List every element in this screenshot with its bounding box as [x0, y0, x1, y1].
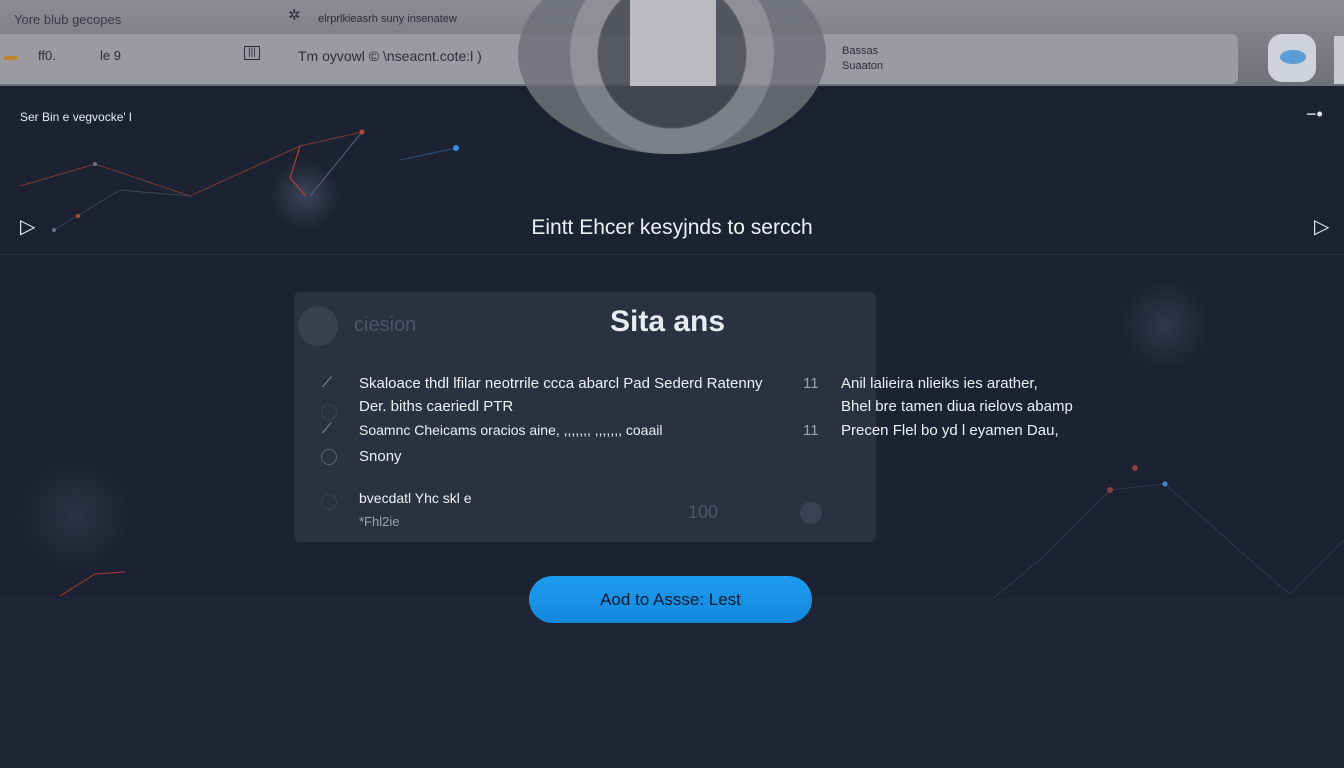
- result-row-text[interactable]: Der. biths caeriedl PTR: [359, 398, 513, 415]
- result-row-text[interactable]: Soamnc Cheicams oracios aine, ,,,,,,, ,,…: [359, 422, 662, 438]
- lower-band: [0, 598, 1344, 768]
- radio-button[interactable]: [321, 404, 337, 420]
- avatar[interactable]: [1268, 34, 1316, 82]
- result-row-count: 11: [803, 375, 819, 392]
- add-to-list-button[interactable]: Aod to Assse: Lest: [529, 576, 812, 623]
- result-row-text[interactable]: Snony: [359, 448, 402, 465]
- results-title: Sita ans: [610, 305, 726, 338]
- radio-button[interactable]: [321, 494, 337, 510]
- account-name: Bassas: [842, 45, 879, 57]
- app-title: Yore blub gecopes: [14, 12, 122, 27]
- network-line: [399, 147, 457, 161]
- network-node: [453, 145, 459, 151]
- ghost-avatar: [298, 306, 338, 346]
- network-node: [1132, 465, 1138, 471]
- minimize-icon[interactable]: −•: [1306, 104, 1323, 125]
- gear-icon[interactable]: ✲: [288, 6, 301, 24]
- menu-handle-icon[interactable]: ▬: [4, 48, 17, 63]
- result-footer-text: bvecdatl Yhc skl e: [359, 490, 472, 506]
- ghost-label: ciesion: [354, 314, 417, 336]
- check-icon[interactable]: ⟋: [322, 420, 332, 437]
- brand-icon: [1280, 50, 1306, 64]
- result-row-count: 11: [803, 422, 819, 439]
- header-link[interactable]: elrprlkieasrh suny insenatew: [318, 13, 457, 25]
- logo-panel: [630, 0, 716, 86]
- network-line: [59, 571, 126, 597]
- keyboard-icon[interactable]: |||: [244, 46, 260, 60]
- scrollbar[interactable]: [1334, 36, 1344, 84]
- account-status: Suaaton: [842, 60, 883, 72]
- network-line: [289, 145, 307, 197]
- network-node: [1162, 481, 1168, 487]
- next-arrow-icon[interactable]: ▷: [1314, 214, 1329, 239]
- result-footer-subtext: *Fhl2ie: [359, 514, 400, 529]
- check-icon[interactable]: ⟋: [322, 374, 332, 391]
- search-hint[interactable]: Eintt Ehcer kesyjnds to sercch: [0, 216, 1344, 240]
- toolbar-item-2[interactable]: le 9: [100, 48, 121, 63]
- ghost-toggle: [800, 502, 822, 524]
- network-node: [359, 129, 365, 135]
- result-row-detail: Precen Flel bo yd l eyamen Dau,: [841, 422, 1059, 439]
- result-row-text[interactable]: Skaloace thdl lfilar neotrrile ccca abar…: [359, 375, 763, 392]
- network-node: [1107, 487, 1113, 493]
- search-field-text[interactable]: Tm oyvowl © \nseacnt.cote:l ): [298, 48, 482, 64]
- result-row-detail: Anil lalieira nlieiks ies arather,: [841, 375, 1038, 392]
- network-line: [19, 131, 363, 197]
- section-label: Ser Bin e vegvocke' l: [20, 110, 132, 124]
- top-bar: Yore blub gecopes ✲ elrprlkieasrh suny i…: [0, 0, 1344, 154]
- network-node: [93, 162, 97, 166]
- result-footer-count: 100: [688, 502, 719, 522]
- search-banner: ▷ Eintt Ehcer kesyjnds to sercch ▷: [0, 200, 1344, 255]
- radio-button[interactable]: [321, 449, 337, 465]
- toolbar-item-1[interactable]: ff0.: [38, 48, 56, 63]
- result-row-detail: Bhel bre tamen diua rielovs abamp: [841, 398, 1073, 415]
